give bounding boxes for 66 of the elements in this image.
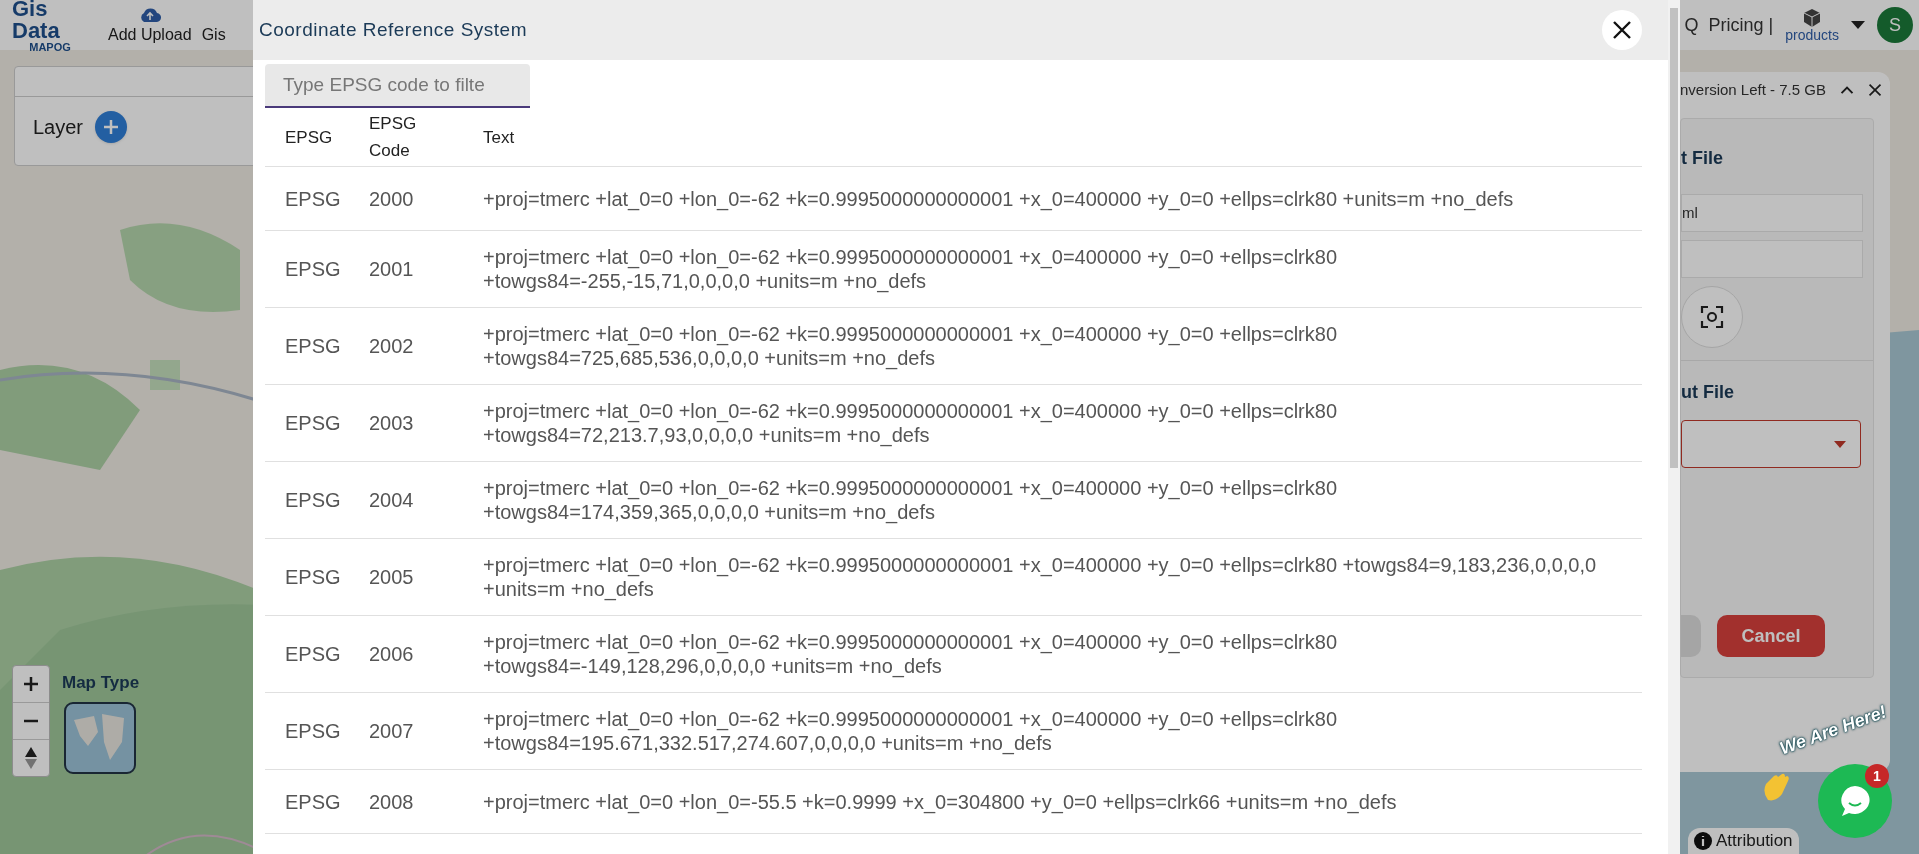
dropdown-arrow-icon <box>1834 440 1846 448</box>
cloud-upload-icon <box>138 7 161 23</box>
attribution-button[interactable]: Attribution <box>1688 828 1799 854</box>
table-cell: EPSG <box>265 307 349 385</box>
column-header[interactable]: EPSG <box>265 108 349 167</box>
table-cell: EPSG <box>265 769 349 834</box>
close-icon <box>1612 20 1632 40</box>
table-cell: +proj=tmerc +lat_0=0 +lon_0=-62 +k=0.9995000000000001 +x_0=400000 +y_0=0 +ellps=clrk80 +towgs84=72,213.7,93,0,0,0,0 +units=m +no_defs <box>463 384 1642 462</box>
table-cell: +proj=tmerc +lat_0=0 +lon_0=-55.5 +k=0.9999 +x_0=304800 +y_0=0 +ellps=clrk66 +units=m +no_defs <box>463 769 1642 834</box>
input-file-heading: t File <box>1681 147 1724 170</box>
map-type-thumbnail[interactable] <box>64 702 136 774</box>
minus-icon <box>23 719 39 723</box>
table-cell: 2001 <box>349 230 463 308</box>
column-header[interactable]: EPSG Code <box>349 108 463 167</box>
layer-title: Layer <box>33 115 84 140</box>
table-cell: 2004 <box>349 461 463 539</box>
table-cell: 2003 <box>349 384 463 462</box>
plus-icon <box>103 119 120 135</box>
add-layer-button[interactable] <box>95 111 128 143</box>
nav-link[interactable]: Add Upload <box>108 7 192 47</box>
plus-icon <box>23 676 39 692</box>
table-cell: +proj=tmerc +lat_0=0 +lon_0=-62 +k=0.9995000000000001 +x_0=400000 +y_0=0 +ellps=clrk80 +towgs84=174,359,365,0,0,0,0 +units=m +no_defs <box>463 461 1642 539</box>
table-cell: 2005 <box>349 538 463 616</box>
nav-link[interactable]: Gis <box>201 23 226 47</box>
user-avatar[interactable]: S <box>1877 7 1913 43</box>
cube-icon <box>1802 8 1823 28</box>
input-field[interactable]: ml <box>1681 194 1863 232</box>
products-menu[interactable]: products <box>1785 8 1839 42</box>
table-cell: EPSG <box>265 461 349 539</box>
chevron-up-icon[interactable] <box>1839 84 1854 96</box>
close-button[interactable] <box>1602 10 1642 50</box>
table-cell: 2008 <box>349 769 463 834</box>
output-file-heading: ut File <box>1681 381 1735 404</box>
column-header[interactable]: Text <box>463 108 1642 167</box>
table-cell: +proj=tmerc +lat_0=0 +lon_0=-62 +k=0.9995000000000001 +x_0=400000 +y_0=0 +ellps=clrk80 +towgs84=-149,128,296,0,0,0,0 +units=m +no_defs <box>463 615 1642 693</box>
table-cell: EPSG <box>265 166 349 231</box>
table-cell: 2007 <box>349 692 463 770</box>
table-cell: 2006 <box>349 615 463 693</box>
close-icon[interactable] <box>1867 81 1882 99</box>
table-cell: EPSG <box>265 384 349 462</box>
camera-focus-icon <box>1700 305 1724 329</box>
cancel-button[interactable]: Cancel <box>1717 615 1825 657</box>
chat-tagline: We Are Here! <box>1776 700 1890 760</box>
table-cell: +proj=tmerc +lat_0=0 +lon_0=-62 +k=0.9995000000000001 +x_0=400000 +y_0=0 +ellps=clrk80 +towgs84=-255,-15,71,0,0,0,0 +units=m +no_defs <box>463 230 1642 308</box>
table-cell: EPSG <box>265 615 349 693</box>
map-type-label: Map Type <box>62 672 140 694</box>
caret-icon[interactable] <box>1851 21 1865 29</box>
input-field[interactable] <box>1681 240 1863 278</box>
logo-title[interactable]: Gis Data <box>12 0 88 42</box>
table-cell: +proj=tmerc +lat_0=0 +lon_0=-62 +k=0.9995000000000001 +x_0=400000 +y_0=0 +ellps=clrk80 +units=m +no_defs <box>463 166 1642 231</box>
table-cell: EPSG <box>265 692 349 770</box>
dialog-title: Coordinate Reference System <box>259 17 527 42</box>
filter-field[interactable]: Type EPSG code to filte <box>265 64 530 108</box>
table-cell: EPSG <box>265 538 349 616</box>
table-cell: 2002 <box>349 307 463 385</box>
info-icon <box>1694 832 1712 850</box>
pricing-link[interactable]: Q Pricing | <box>1684 11 1774 39</box>
logo-subtitle: MAPOG <box>29 41 71 53</box>
compass-icon <box>25 747 37 769</box>
output-format-dropdown[interactable] <box>1681 420 1861 468</box>
conversion-header: nversion Left - 7.5 GB <box>1680 79 1826 100</box>
table-cell: EPSG <box>265 230 349 308</box>
table-cell: 2000 <box>349 166 463 231</box>
table-cell: +proj=tmerc +lat_0=0 +lon_0=-62 +k=0.9995000000000001 +x_0=400000 +y_0=0 +ellps=clrk80 +towgs84=725,685,536,0,0,0,0 +units=m +no_defs <box>463 307 1642 385</box>
table-cell: +proj=tmerc +lat_0=0 +lon_0=-62 +k=0.9995000000000001 +x_0=400000 +y_0=0 +ellps=clrk80 +towgs84=9,183,236,0,0,0,0 +units=m +no_defs <box>463 538 1642 616</box>
table-cell: +proj=tmerc +lat_0=0 +lon_0=-62 +k=0.9995000000000001 +x_0=400000 +y_0=0 +ellps=clrk80 +towgs84=195.671,332.517,274.607,0,0,0,0 +units=m +no_defs <box>463 692 1642 770</box>
